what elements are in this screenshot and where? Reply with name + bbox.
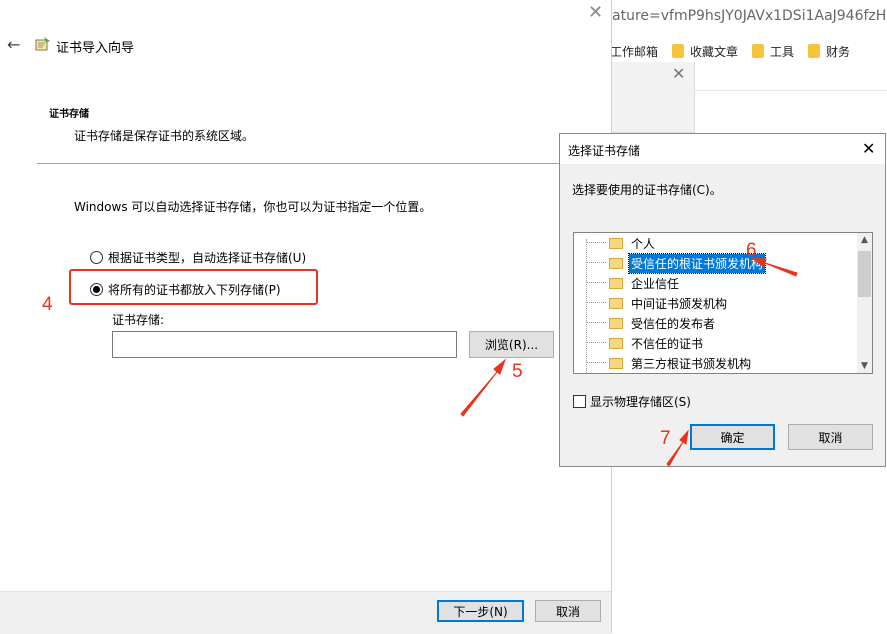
- annotation-arrows: [460, 257, 798, 467]
- annotation-arrow-icon: [750, 257, 798, 277]
- annotation-arrow-icon: [460, 358, 507, 417]
- annotation-arrow-icon: [666, 429, 689, 467]
